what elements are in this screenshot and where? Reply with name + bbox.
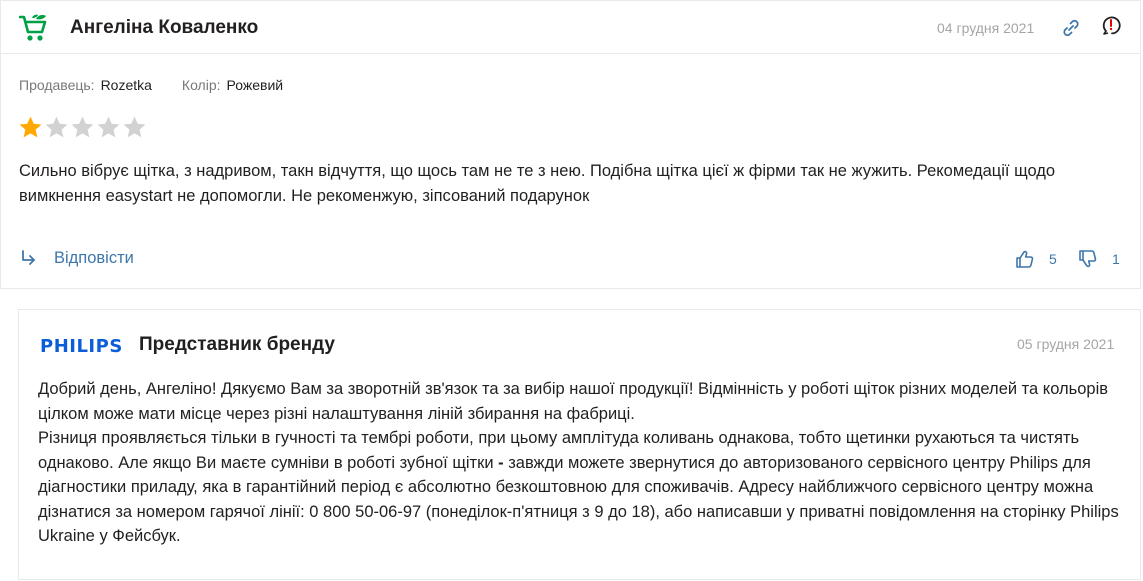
brand-reply-paragraph-2: Різниця проявляється тільки в гучності т… [38,426,1123,549]
reply-button[interactable]: Відповісти [19,245,134,271]
brand-reply-card: PHILIPS Представник бренду 05 грудня 202… [18,309,1141,580]
review-header: Ангеліна Коваленко 04 грудня 2021 [1,1,1140,54]
review-card: Ангеліна Коваленко 04 грудня 2021 Продав… [0,0,1141,289]
thumbs-down-icon [1079,250,1097,268]
cart-icon [19,14,47,41]
star-empty-icon [123,116,146,138]
like-button[interactable]: 5 [1015,248,1057,270]
seller-label: Продавець: [19,77,95,93]
star-empty-icon [97,116,120,138]
star-empty-icon [45,116,68,138]
review-author: Ангеліна Коваленко [70,17,259,38]
brand-reply-date: 05 грудня 2021 [1017,336,1115,352]
review-attributes: Продавець: Rozetka Колір: Рожевий [19,77,283,93]
color-value: Рожевий [226,77,284,93]
dislike-button[interactable]: 1 [1078,248,1120,270]
dislike-count: 1 [1112,251,1120,267]
color-label: Колір: [181,77,221,93]
reply-arrow-icon [22,250,35,265]
brand-reply-author: Представник бренду [139,334,335,355]
thumbs-up-icon [1016,250,1034,268]
philips-logo: PHILIPS [40,336,123,357]
review-text: Сильно вібрує щітка, з надривом, такн ві… [19,162,1056,205]
reply-label: Відповісти [54,248,134,267]
brand-reply-paragraph-1: Добрий день, Ангеліно! Дякуємо Вам за зв… [38,380,1109,423]
link-icon[interactable] [1060,17,1082,39]
seller-value: Rozetka [100,77,152,93]
brand-reply-text: Добрий день, Ангеліно! Дякуємо Вам за зв… [38,377,1123,549]
review-date: 04 грудня 2021 [937,20,1035,36]
star-empty-icon [71,116,94,138]
star-filled-icon [19,116,42,138]
star-rating [18,115,147,140]
like-count: 5 [1049,251,1057,267]
complaint-icon[interactable] [1100,14,1122,36]
